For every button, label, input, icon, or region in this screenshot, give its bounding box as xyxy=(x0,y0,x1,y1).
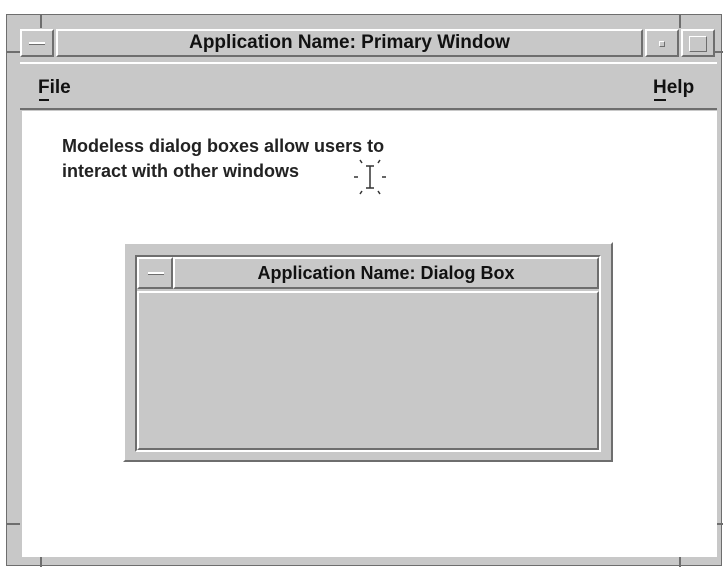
maximize-icon xyxy=(689,36,707,52)
dialog-title-bar[interactable]: Application Name: Dialog Box xyxy=(173,257,599,289)
window-menu-icon xyxy=(148,272,164,275)
menu-bar: File Help xyxy=(20,62,717,110)
file-mnemonic-underline xyxy=(39,99,49,101)
minimize-button[interactable] xyxy=(645,29,679,57)
dialog-window-menu-button[interactable] xyxy=(137,257,173,289)
maximize-button[interactable] xyxy=(681,29,715,57)
menu-file[interactable]: File xyxy=(38,77,71,99)
dialog-title: Application Name: Dialog Box xyxy=(257,263,515,283)
help-mnemonic-underline xyxy=(654,99,666,101)
menu-help[interactable]: Help xyxy=(653,77,694,99)
window-menu-icon xyxy=(29,42,45,45)
menu-file-label: File xyxy=(38,77,71,98)
instruction-text: Modeless dialog boxes allow users to int… xyxy=(62,134,482,184)
primary-window-title-bar[interactable]: Application Name: Primary Window xyxy=(56,29,643,57)
dialog-body xyxy=(137,291,599,450)
ibeam-cursor-icon xyxy=(350,158,390,198)
window-menu-button[interactable] xyxy=(20,29,54,57)
message-line-1: Modeless dialog boxes allow users to xyxy=(62,136,385,156)
menu-help-label: Help xyxy=(653,77,695,98)
minimize-icon xyxy=(659,41,665,47)
message-line-2: interact with other windows xyxy=(62,161,300,181)
primary-window-title: Application Name: Primary Window xyxy=(189,32,510,53)
